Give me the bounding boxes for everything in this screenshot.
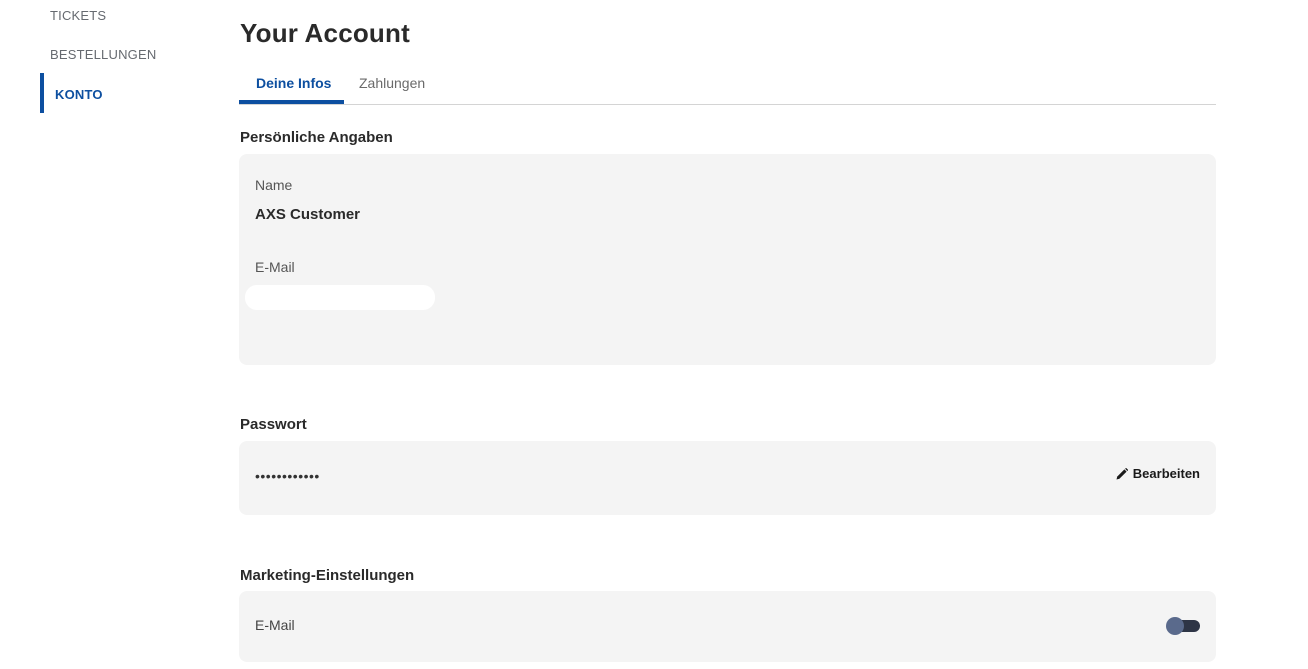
pencil-icon — [1116, 467, 1128, 480]
sidebar-item-bestellungen[interactable]: BESTELLUNGEN — [50, 47, 156, 62]
marketing-email-toggle[interactable] — [1166, 617, 1200, 635]
tab-zahlungen[interactable]: Zahlungen — [359, 75, 425, 91]
name-value: AXS Customer — [255, 206, 361, 223]
password-card: •••••••••••• Bearbeiten — [239, 441, 1216, 515]
name-label: Name — [255, 177, 293, 193]
toggle-knob — [1166, 617, 1184, 635]
active-tab-underline — [239, 100, 344, 104]
personal-info-card: Name AXS Customer E-Mail — [239, 154, 1216, 365]
email-value-redacted — [245, 285, 435, 310]
sidebar-item-tickets[interactable]: TICKETS — [50, 8, 106, 23]
sidebar-item-konto[interactable]: KONTO — [55, 87, 103, 102]
edit-password-label: Bearbeiten — [1132, 466, 1200, 481]
sidebar-active-indicator — [40, 73, 44, 113]
page-title: Your Account — [240, 18, 410, 48]
marketing-heading: Marketing-Einstellungen — [240, 567, 415, 584]
password-heading: Passwort — [240, 416, 307, 433]
personal-info-heading: Persönliche Angaben — [240, 129, 393, 146]
edit-password-button[interactable]: Bearbeiten — [1116, 466, 1200, 481]
tab-bar: Deine Infos Zahlungen — [239, 62, 1216, 105]
tab-deine-infos[interactable]: Deine Infos — [256, 75, 331, 91]
marketing-card: E-Mail — [239, 591, 1216, 662]
email-label: E-Mail — [255, 259, 295, 275]
password-masked-value: •••••••••••• — [255, 468, 320, 484]
sidebar: TICKETS BESTELLUNGEN KONTO — [0, 0, 200, 669]
marketing-email-label: E-Mail — [255, 617, 295, 633]
